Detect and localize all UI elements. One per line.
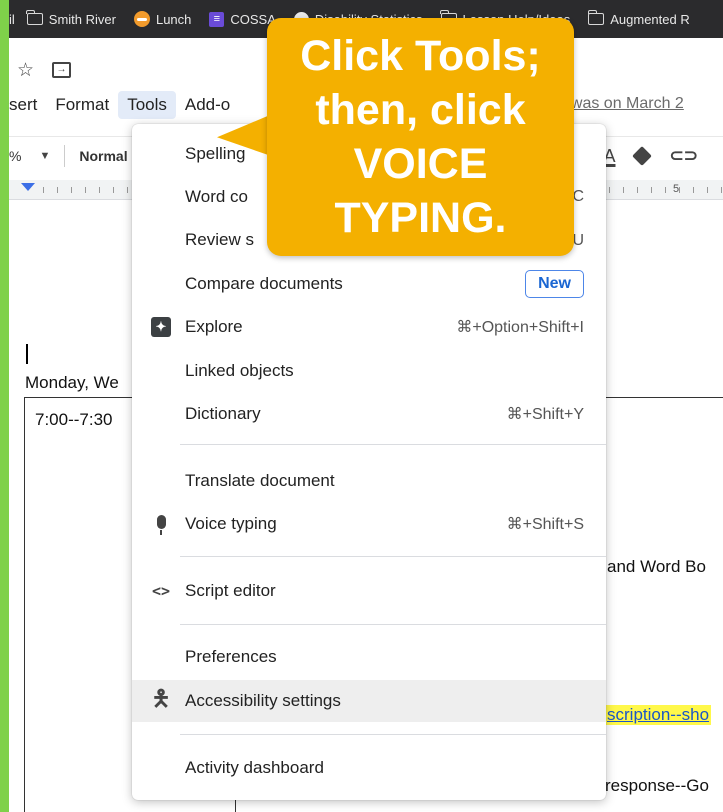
bookmark-smith-river[interactable]: Smith River: [26, 10, 116, 27]
table-border: [24, 397, 25, 812]
callout-text: Click Tools; then, click VOICE TYPING.: [300, 32, 541, 242]
move-folder-icon[interactable]: →: [52, 62, 72, 78]
menu-item-voice-typing[interactable]: Voice typing ⌘+Shift+S: [132, 503, 606, 545]
bookmark-label: Smith River: [48, 11, 116, 27]
zoom-select[interactable]: %: [9, 148, 21, 164]
screen-frame: il Smith River Lunch ≡ COSSA Disability …: [9, 0, 723, 812]
menu-item-label: Word co: [185, 187, 248, 206]
menu-item-label: Spelling: [185, 144, 246, 163]
bookmark-partial[interactable]: il: [9, 12, 15, 27]
menu-addons[interactable]: Add-o: [176, 91, 239, 119]
new-badge: New: [525, 270, 584, 298]
code-icon: <>: [151, 582, 171, 600]
instruction-callout: Click Tools; then, click VOICE TYPING.: [267, 18, 574, 256]
bookmark-lunch[interactable]: Lunch: [133, 11, 192, 27]
menu-item-accessibility-settings[interactable]: 🯅 Accessibility settings: [132, 680, 606, 722]
bookmark-label: il: [9, 11, 15, 27]
menu-item-shortcut: ⌘+Option+Shift+I: [456, 319, 584, 336]
highlight-pen-icon[interactable]: [632, 146, 653, 166]
menu-item-preferences[interactable]: Preferences: [132, 636, 606, 678]
table-cell-time: 7:00--7:30: [35, 410, 113, 429]
microphone-icon: [150, 513, 172, 535]
menu-item-shortcut: ⌘+Shift+Y: [506, 406, 584, 423]
doc-title-row: ☆ →: [9, 56, 72, 84]
menu-tools[interactable]: Tools: [118, 91, 176, 119]
menu-item-label: Preferences: [185, 647, 277, 666]
menu-bar: sert Format Tools Add-o: [9, 90, 239, 120]
star-icon[interactable]: ☆: [17, 59, 34, 82]
text-cursor: [26, 344, 28, 364]
menu-item-label: Script editor: [185, 581, 276, 600]
bookmark-label: Augmented R: [610, 11, 690, 27]
menu-item-linked-objects[interactable]: Linked objects: [132, 350, 606, 392]
menu-divider: [180, 444, 606, 445]
bookmark-label: Lunch: [155, 11, 192, 27]
menu-item-label: Review s: [185, 230, 254, 249]
menu-item-label: Accessibility settings: [185, 691, 341, 710]
chevron-down-icon[interactable]: ▼: [39, 150, 50, 162]
ruler-ticks: [609, 187, 723, 193]
menu-divider: [180, 556, 606, 557]
menu-item-label: Compare documents: [185, 274, 343, 293]
doc-text: and Word Bo: [607, 557, 706, 576]
doc-link[interactable]: scription--sho: [605, 705, 712, 725]
folder-icon: [587, 10, 605, 25]
list-icon: ≡: [209, 11, 225, 27]
folder-icon: [26, 10, 43, 25]
menu-item-label: Activity dashboard: [185, 758, 324, 777]
doc-text: response--Go: [605, 776, 709, 795]
doc-date-heading: Monday, We: [25, 373, 119, 392]
menu-insert[interactable]: sert: [9, 91, 46, 119]
accessibility-icon: 🯅: [151, 686, 171, 711]
indent-marker[interactable]: [21, 183, 35, 191]
menu-item-label: Voice typing: [185, 514, 277, 533]
menu-item-compare-documents[interactable]: Compare documents New: [132, 263, 606, 305]
paragraph-style-select[interactable]: Normal: [79, 148, 127, 164]
menu-divider: [180, 734, 606, 735]
ruler-number: 5: [673, 183, 680, 195]
menu-item-dictionary[interactable]: Dictionary ⌘+Shift+Y: [132, 393, 606, 435]
menu-item-shortcut: ⌘+Shift+S: [506, 516, 584, 533]
menu-item-translate-document[interactable]: Translate document: [132, 460, 606, 502]
menu-item-label: Linked objects: [185, 361, 294, 380]
menu-divider: [180, 624, 606, 625]
menu-item-label: Dictionary: [185, 404, 261, 423]
menu-item-label: Explore: [185, 317, 243, 336]
menu-item-explore[interactable]: ✦ Explore ⌘+Option+Shift+I: [132, 306, 606, 348]
bookmark-cossa[interactable]: ≡ COSSA: [209, 11, 276, 27]
link-icon[interactable]: ⊂⊃: [669, 146, 698, 166]
lunch-icon: [133, 11, 150, 27]
menu-item-label: Translate document: [185, 471, 335, 490]
bookmark-augmented[interactable]: Augmented R: [587, 10, 690, 27]
ruler-ticks: [43, 187, 135, 193]
menu-item-activity-dashboard[interactable]: Activity dashboard: [132, 747, 606, 789]
last-edit-link[interactable]: t was on March 2: [562, 95, 684, 113]
menu-item-script-editor[interactable]: <> Script editor: [132, 570, 606, 612]
menu-format[interactable]: Format: [46, 91, 118, 119]
toolbar-divider: [64, 144, 66, 167]
explore-icon: ✦: [150, 316, 172, 338]
